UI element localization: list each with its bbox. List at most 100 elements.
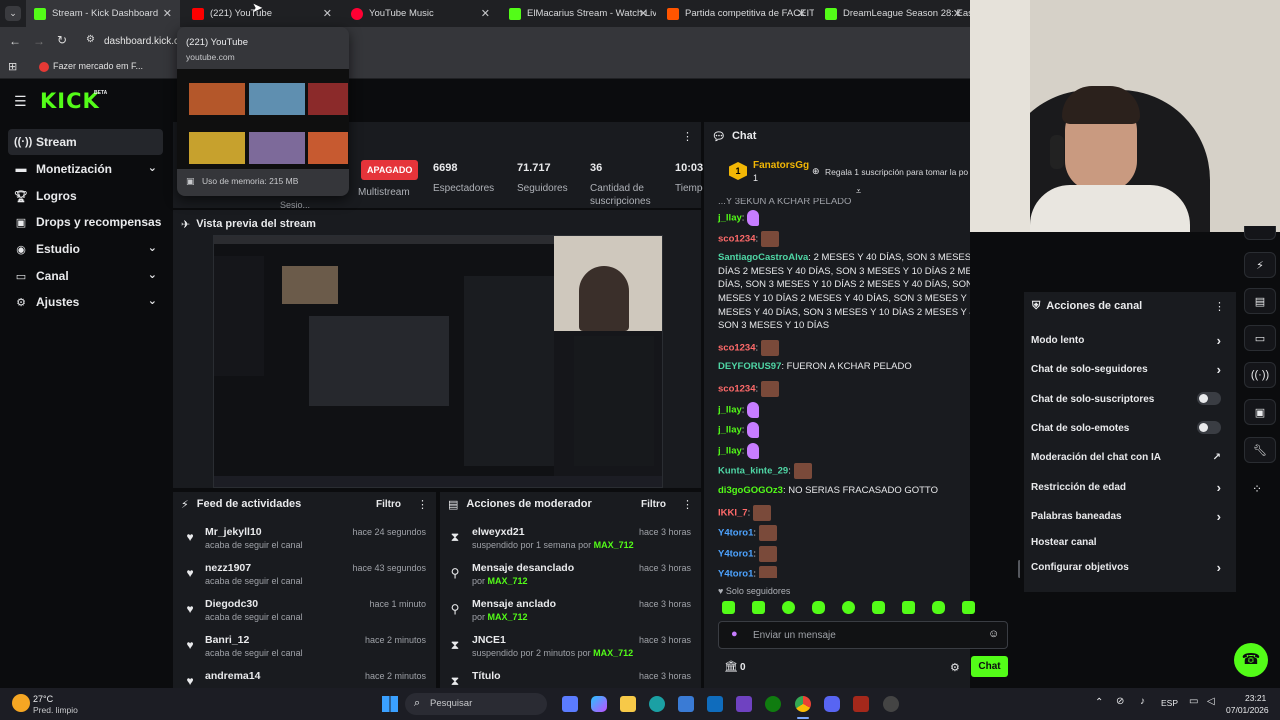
channel-action-item[interactable]: Restricción de edad › — [1031, 480, 1231, 495]
chat-username[interactable]: di3goGOGOz3 — [718, 485, 783, 496]
bookmark-item[interactable]: Fazer mercado em F... — [53, 61, 143, 71]
moderator-username[interactable]: MAX_712 — [488, 612, 528, 622]
stream-preview-video[interactable] — [213, 235, 663, 488]
support-button[interactable]: ☎ — [1234, 643, 1268, 677]
discord-icon[interactable] — [824, 696, 840, 712]
chat-message[interactable]: j_llay: — [718, 401, 970, 418]
sidebar-item-drops[interactable]: ▣ Drops y recompensas — [8, 209, 163, 235]
chat-username[interactable]: j_llay — [718, 213, 742, 224]
dota-icon[interactable] — [853, 696, 869, 712]
list-item[interactable]: ⚲ Mensaje desanclado por MAX_712 hace 3 hor… — [440, 560, 701, 596]
sidebar-item-canal[interactable]: ▭ Canal ⌄ — [8, 263, 163, 289]
channel-action-item[interactable]: Chat de solo-emotes — [1031, 421, 1231, 434]
feed-username[interactable]: andrema14 — [205, 670, 260, 682]
network-icon[interactable]: ⊘ — [1116, 696, 1124, 707]
mod-action-name[interactable]: elweyxd21 — [472, 526, 525, 538]
list-item[interactable]: ⧗ elweyxd21 suspendido por 1 semana por MA… — [440, 524, 701, 560]
chat-username[interactable]: j_llay — [718, 404, 742, 415]
browser-tab[interactable]: DreamLeague Season 28: Easte ✕ — [817, 0, 970, 27]
menu-icon[interactable]: ☰ — [14, 93, 27, 110]
store-icon[interactable] — [678, 696, 694, 712]
emote-icon[interactable] — [932, 601, 945, 614]
chat-message[interactable]: Y4toro1: — [718, 566, 970, 578]
outlook-icon[interactable] — [707, 696, 723, 712]
moderator-username[interactable]: MAX_712 — [593, 648, 633, 658]
apps-icon[interactable]: ⊞ — [8, 60, 17, 73]
mic-icon[interactable]: ● — [731, 628, 738, 640]
chat-username[interactable]: DEYFORUS97 — [718, 361, 781, 372]
chat-message[interactable]: SantiagoCastroAlva: 2 MESES Y 40 DÍAS, S… — [718, 251, 970, 333]
chat-message[interactable]: sco1234: — [718, 230, 970, 247]
clock-time[interactable]: 23:21 — [1245, 693, 1266, 703]
mod-action-name[interactable]: JNCE1 — [472, 634, 506, 646]
sidebar-item-estudio[interactable]: ◉ Estudio ⌄ — [8, 236, 163, 262]
feed-username[interactable]: nezz1907 — [205, 562, 251, 574]
taskbar-search[interactable]: ⌕ Pesquisar — [405, 693, 547, 715]
chat-settings-icon[interactable]: ⚙ — [950, 661, 960, 674]
emote-icon[interactable] — [782, 601, 795, 614]
file-explorer-icon[interactable] — [620, 696, 636, 712]
feed-filter-button[interactable]: Filtro — [376, 499, 401, 510]
feed-username[interactable]: Banri_12 — [205, 634, 249, 646]
channel-action-item[interactable]: Palabras baneadas › — [1031, 509, 1231, 524]
app-icon[interactable] — [883, 696, 899, 712]
volume-icon[interactable]: ◁ — [1207, 696, 1215, 707]
app-icon[interactable] — [736, 696, 752, 712]
chat-message[interactable]: sco1234: — [718, 339, 970, 356]
more-options-icon[interactable]: ⋮ — [682, 130, 693, 143]
chat-message[interactable]: di3goGOGOz3: NO SERIAS FRACASADO GOTTO — [718, 484, 970, 498]
chrome-icon[interactable] — [795, 696, 811, 712]
chat-username[interactable]: Y4toro1 — [718, 569, 753, 578]
browser-tab[interactable]: YouTube Music ✕ — [343, 0, 498, 27]
chat-message[interactable]: IKKI_7: — [718, 504, 970, 521]
emote-icon[interactable] — [902, 601, 915, 614]
chat-message[interactable]: DEYFORUS97: FUERON A KCHAR PELADO — [718, 360, 970, 374]
multistream-label[interactable]: Multistream — [358, 186, 410, 199]
chat-username[interactable]: Y4toro1 — [718, 528, 753, 539]
channel-action-item[interactable]: Modo lento › — [1031, 333, 1231, 348]
clock-date[interactable]: 07/01/2026 — [1226, 705, 1269, 715]
list-item[interactable]: ⚲ Mensaje anclado por MAX_712 hace 3 horas — [440, 596, 701, 632]
more-options-icon[interactable]: ⋮ — [682, 498, 693, 511]
task-view-icon[interactable] — [562, 696, 578, 712]
chat-input[interactable]: ● Enviar un mensaje ☺ — [718, 621, 1008, 649]
edge-icon[interactable] — [649, 696, 665, 712]
list-item[interactable]: ⧗ JNCE1 suspendido por 2 minutos por MAX_7… — [440, 632, 701, 668]
emote-icon[interactable] — [872, 601, 885, 614]
emote-icon[interactable] — [812, 601, 825, 614]
reload-icon[interactable]: ↻ — [57, 33, 67, 47]
wifi-icon[interactable]: ▭ — [1189, 696, 1198, 707]
mic-icon[interactable]: ♪ — [1140, 696, 1145, 707]
save-icon[interactable]: ▣ — [1244, 399, 1276, 425]
list-item[interactable]: ♥ Banri_12 acaba de seguir el canal hace 2 … — [173, 632, 436, 668]
chat-message[interactable]: j_llay: — [718, 422, 970, 439]
weather-icon[interactable] — [12, 694, 30, 712]
chat-send-button[interactable]: Chat — [971, 656, 1008, 677]
broadcast-icon[interactable]: ((·)) — [1244, 362, 1276, 388]
emote-icon[interactable] — [752, 601, 765, 614]
bolt-icon[interactable]: ⚡ — [1244, 252, 1276, 278]
list-item[interactable]: ♥ Diegodc30 acaba de seguir el canal hace 1… — [173, 596, 436, 632]
close-tab-icon[interactable]: ✕ — [323, 7, 332, 20]
channel-action-item[interactable]: Hostear canal — [1031, 537, 1231, 548]
wrench-icon[interactable]: 🔧︎ — [1244, 437, 1276, 463]
moderator-username[interactable]: MAX_712 — [488, 576, 528, 586]
clipboard-icon[interactable]: ▤ — [1244, 288, 1276, 314]
points-icon[interactable]: 🏛︎ — [724, 660, 738, 673]
pinned-gift-banner[interactable]: 1 FanatorsGg 1 ⊕ Regala 1 suscripción pa… — [704, 152, 970, 196]
close-tab-icon[interactable]: ✕ — [163, 7, 172, 20]
mod-action-name[interactable]: Mensaje desanclado — [472, 562, 574, 574]
xbox-icon[interactable] — [765, 696, 781, 712]
toggle-switch[interactable] — [1197, 392, 1221, 405]
feed-username[interactable]: Mr_jekyll10 — [205, 526, 262, 538]
close-tab-icon[interactable]: ✕ — [481, 7, 490, 20]
emote-icon[interactable] — [962, 601, 975, 614]
channel-action-item[interactable]: Moderación del chat con IA ↗ — [1031, 452, 1231, 463]
sidebar-item-logros[interactable]: 🏆︎ Logros — [8, 183, 163, 209]
channel-action-item[interactable]: Configurar objetivos › — [1031, 560, 1231, 575]
chat-message[interactable]: j_llay: — [718, 210, 970, 226]
drag-handle-icon[interactable]: ⁘ — [1252, 482, 1262, 496]
chat-message[interactable]: sco1234: — [718, 381, 970, 397]
chat-message[interactable]: Y4toro1: — [718, 525, 970, 542]
chat-message[interactable]: Y4toro1: — [718, 545, 970, 562]
